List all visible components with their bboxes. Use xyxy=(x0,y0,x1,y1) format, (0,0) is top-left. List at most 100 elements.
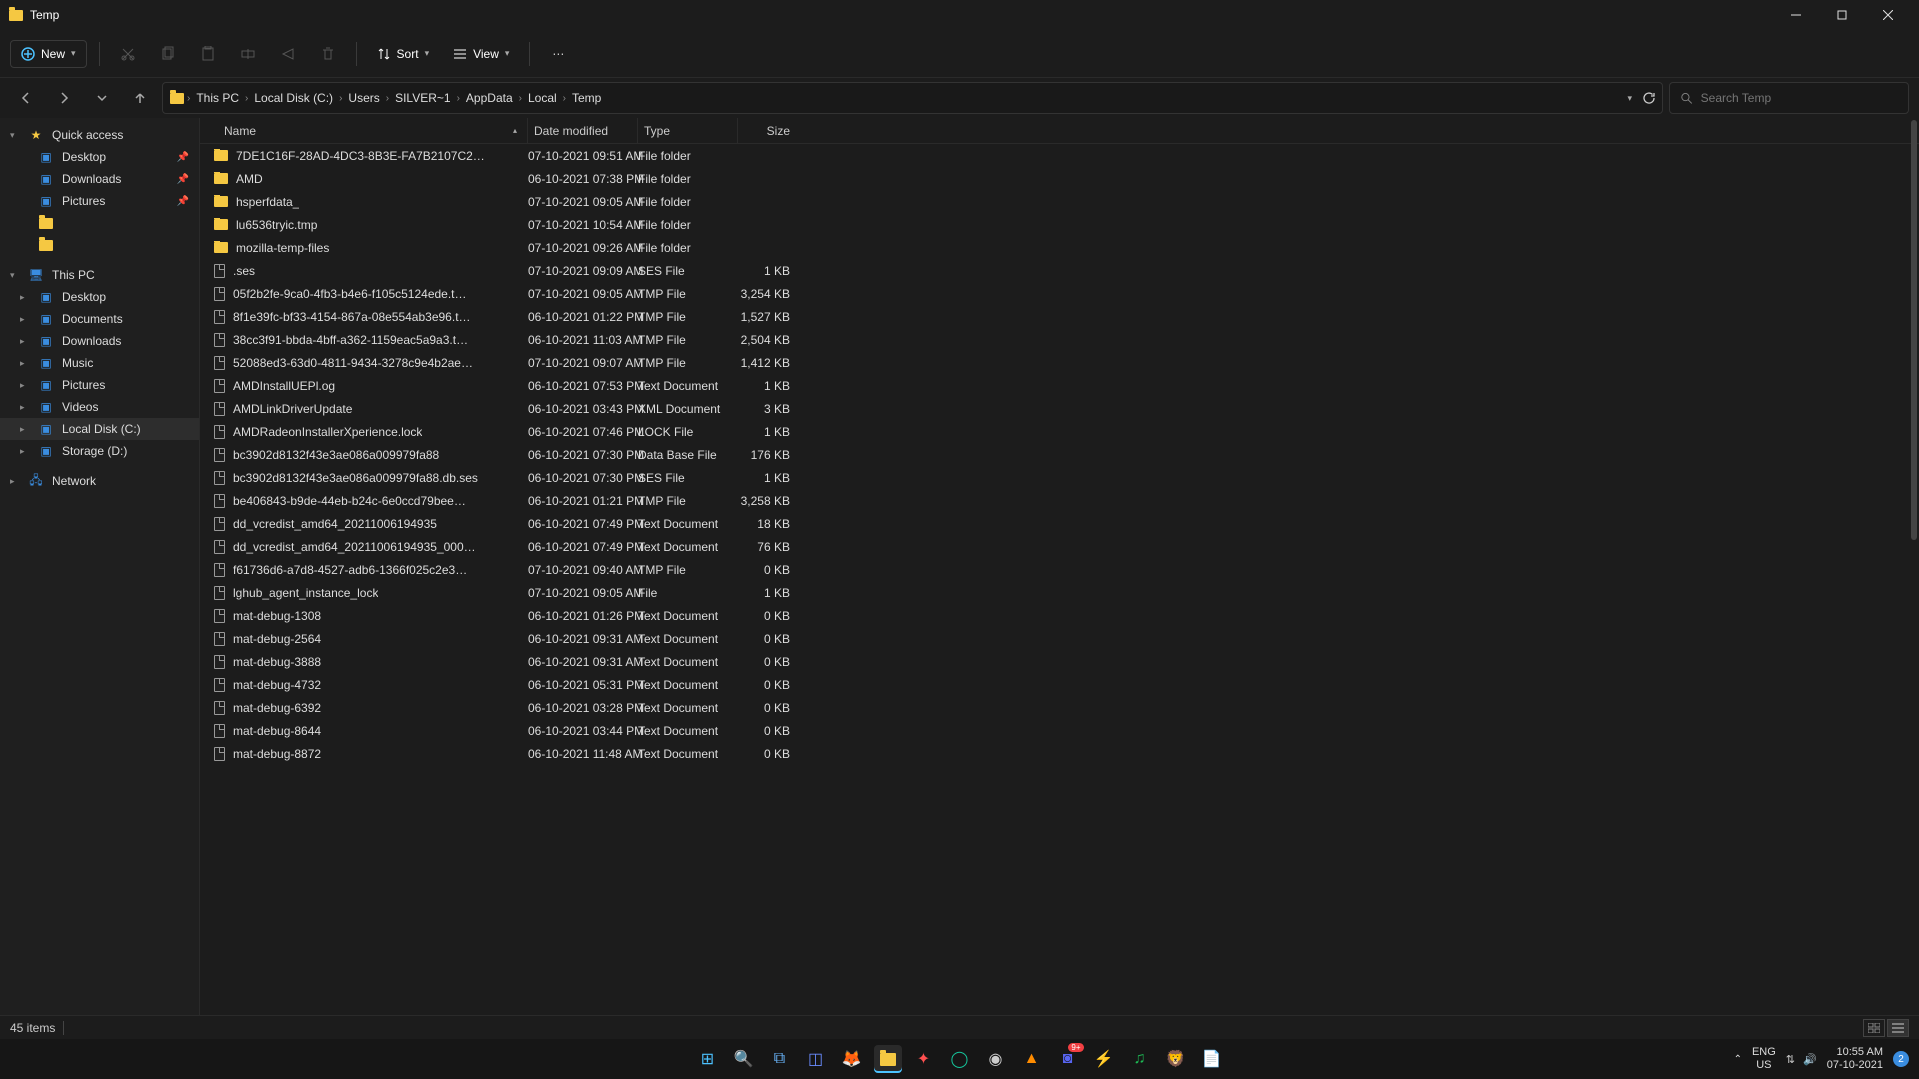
breadcrumb-segment[interactable]: Users xyxy=(344,91,383,105)
file-row[interactable]: 8f1e39fc-bf33-4154-867a-08e554ab3e96.t… … xyxy=(200,305,1919,328)
widgets-icon[interactable]: ◫ xyxy=(802,1045,830,1073)
breadcrumb-segment[interactable]: Local Disk (C:) xyxy=(250,91,337,105)
breadcrumb-segment[interactable]: Local xyxy=(524,91,561,105)
app-icon[interactable]: ✦ xyxy=(910,1045,938,1073)
volume-icon[interactable]: 🔊 xyxy=(1803,1053,1817,1066)
file-row[interactable]: lu6536tryic.tmp 07-10-2021 10:54 AM File… xyxy=(200,213,1919,236)
sidebar-folder-placeholder[interactable] xyxy=(0,234,199,256)
cut-icon[interactable] xyxy=(112,38,144,70)
file-row[interactable]: mozilla-temp-files 07-10-2021 09:26 AM F… xyxy=(200,236,1919,259)
file-row[interactable]: mat-debug-8644 06-10-2021 03:44 PM Text … xyxy=(200,719,1919,742)
sidebar-pc-item[interactable]: ▸▣Downloads xyxy=(0,330,199,352)
sidebar-quick-item[interactable]: ▣Pictures📌 xyxy=(0,190,199,212)
breadcrumb-segment[interactable]: SILVER~1 xyxy=(391,91,454,105)
view-button[interactable]: View ▾ xyxy=(445,41,517,67)
file-row[interactable]: mat-debug-4732 06-10-2021 05:31 PM Text … xyxy=(200,673,1919,696)
app-icon[interactable]: ⚡ xyxy=(1090,1045,1118,1073)
search-box[interactable] xyxy=(1669,82,1909,114)
grammarly-icon[interactable]: ◯ xyxy=(946,1045,974,1073)
delete-icon[interactable] xyxy=(312,38,344,70)
file-row[interactable]: 52088ed3-63d0-4811-9434-3278c9e4b2ae… 07… xyxy=(200,351,1919,374)
maximize-button[interactable] xyxy=(1819,0,1865,30)
paste-icon[interactable] xyxy=(192,38,224,70)
new-button[interactable]: New ▾ xyxy=(10,40,87,68)
file-row[interactable]: dd_vcredist_amd64_20211006194935_000… 06… xyxy=(200,535,1919,558)
clock[interactable]: 10:55 AM 07-10-2021 xyxy=(1827,1046,1883,1072)
file-row[interactable]: AMDInstallUEPl.og 06-10-2021 07:53 PM Te… xyxy=(200,374,1919,397)
file-row[interactable]: bc3902d8132f43e3ae086a009979fa88.db.ses … xyxy=(200,466,1919,489)
language-indicator[interactable]: ENG US xyxy=(1752,1046,1776,1072)
breadcrumb-segment[interactable]: Temp xyxy=(568,91,605,105)
up-button[interactable] xyxy=(124,82,156,114)
file-row[interactable]: .ses 07-10-2021 09:09 AM SES File 1 KB xyxy=(200,259,1919,282)
file-row[interactable]: bc3902d8132f43e3ae086a009979fa88 06-10-2… xyxy=(200,443,1919,466)
back-button[interactable] xyxy=(10,82,42,114)
sidebar-pc-item[interactable]: ▸▣Pictures xyxy=(0,374,199,396)
sidebar-pc-item[interactable]: ▸▣Desktop xyxy=(0,286,199,308)
notification-badge[interactable]: 2 xyxy=(1893,1051,1909,1067)
start-button[interactable]: ⊞ xyxy=(694,1045,722,1073)
sidebar-quick-item[interactable]: ▣Downloads📌 xyxy=(0,168,199,190)
file-row[interactable]: AMDLinkDriverUpdate 06-10-2021 03:43 PM … xyxy=(200,397,1919,420)
discord-icon[interactable]: ◙9+ xyxy=(1054,1045,1082,1073)
column-header-type[interactable]: Type xyxy=(638,118,738,143)
share-icon[interactable] xyxy=(272,38,304,70)
sort-button[interactable]: Sort ▾ xyxy=(369,41,438,67)
rename-icon[interactable] xyxy=(232,38,264,70)
breadcrumb-segment[interactable]: AppData xyxy=(462,91,517,105)
task-view-icon[interactable]: ⧉ xyxy=(766,1045,794,1073)
sidebar-quick-item[interactable]: ▣Desktop📌 xyxy=(0,146,199,168)
recent-dropdown-button[interactable] xyxy=(86,82,118,114)
breadcrumb-segment[interactable]: This PC xyxy=(192,91,243,105)
file-row[interactable]: mat-debug-2564 06-10-2021 09:31 AM Text … xyxy=(200,627,1919,650)
address-bar[interactable]: › This PC›Local Disk (C:)›Users›SILVER~1… xyxy=(162,82,1663,114)
file-row[interactable]: 7DE1C16F-28AD-4DC3-8B3E-FA7B2107C2… 07-1… xyxy=(200,144,1919,167)
sidebar-pc-item[interactable]: ▸▣Documents xyxy=(0,308,199,330)
sidebar-quick-access[interactable]: ▾ ★ Quick access xyxy=(0,124,199,146)
tray-chevron-icon[interactable]: ⌃ xyxy=(1734,1054,1742,1065)
obs-icon[interactable]: ◉ xyxy=(982,1045,1010,1073)
sidebar-pc-item[interactable]: ▸▣Local Disk (C:) xyxy=(0,418,199,440)
refresh-icon[interactable] xyxy=(1642,91,1656,105)
spotify-icon[interactable]: ♫ xyxy=(1126,1045,1154,1073)
file-row[interactable]: mat-debug-3888 06-10-2021 09:31 AM Text … xyxy=(200,650,1919,673)
file-row[interactable]: be406843-b9de-44eb-b24c-6e0ccd79bee… 06-… xyxy=(200,489,1919,512)
copy-icon[interactable] xyxy=(152,38,184,70)
sidebar-pc-item[interactable]: ▸▣Music xyxy=(0,352,199,374)
file-explorer-icon[interactable] xyxy=(874,1045,902,1073)
minimize-button[interactable] xyxy=(1773,0,1819,30)
address-dropdown-icon[interactable]: ▾ xyxy=(1627,93,1632,104)
file-row[interactable]: AMDRadeonInstallerXperience.lock 06-10-2… xyxy=(200,420,1919,443)
file-row[interactable]: hsperfdata_ 07-10-2021 09:05 AM File fol… xyxy=(200,190,1919,213)
view-thumbnails-button[interactable] xyxy=(1863,1019,1885,1037)
sidebar-this-pc[interactable]: ▾ 🖥 This PC xyxy=(0,264,199,286)
column-header-name[interactable]: Name ▴ xyxy=(200,118,528,143)
column-header-date[interactable]: Date modified xyxy=(528,118,638,143)
wifi-icon[interactable]: ⇅ xyxy=(1786,1053,1795,1066)
sidebar-pc-item[interactable]: ▸▣Storage (D:) xyxy=(0,440,199,462)
file-row[interactable]: mat-debug-1308 06-10-2021 01:26 PM Text … xyxy=(200,604,1919,627)
scrollbar-thumb[interactable] xyxy=(1911,120,1917,540)
search-input[interactable] xyxy=(1701,91,1898,105)
file-row[interactable]: 05f2b2fe-9ca0-4fb3-b4e6-f105c5124ede.t… … xyxy=(200,282,1919,305)
file-row[interactable]: mat-debug-6392 06-10-2021 03:28 PM Text … xyxy=(200,696,1919,719)
sidebar-folder-placeholder[interactable] xyxy=(0,212,199,234)
view-details-button[interactable] xyxy=(1887,1019,1909,1037)
brave-icon[interactable]: 🦁 xyxy=(1162,1045,1190,1073)
more-icon[interactable]: ⋯ xyxy=(542,38,574,70)
file-row[interactable]: f61736d6-a7d8-4527-adb6-1366f025c2e3… 07… xyxy=(200,558,1919,581)
close-button[interactable] xyxy=(1865,0,1911,30)
document-icon[interactable]: 📄 xyxy=(1198,1045,1226,1073)
taskbar-search-icon[interactable]: 🔍 xyxy=(730,1045,758,1073)
file-list[interactable]: 7DE1C16F-28AD-4DC3-8B3E-FA7B2107C2… 07-1… xyxy=(200,144,1919,1015)
file-row[interactable]: 38cc3f91-bbda-4bff-a362-1159eac5a9a3.t… … xyxy=(200,328,1919,351)
sidebar-network[interactable]: ▸ 🖧 Network xyxy=(0,470,199,492)
sidebar-pc-item[interactable]: ▸▣Videos xyxy=(0,396,199,418)
file-row[interactable]: mat-debug-8872 06-10-2021 11:48 AM Text … xyxy=(200,742,1919,765)
vlc-icon[interactable]: ▲ xyxy=(1018,1045,1046,1073)
column-header-size[interactable]: Size xyxy=(738,118,798,143)
file-row[interactable]: AMD 06-10-2021 07:38 PM File folder xyxy=(200,167,1919,190)
firefox-icon[interactable]: 🦊 xyxy=(838,1045,866,1073)
file-row[interactable]: lghub_agent_instance_lock 07-10-2021 09:… xyxy=(200,581,1919,604)
forward-button[interactable] xyxy=(48,82,80,114)
